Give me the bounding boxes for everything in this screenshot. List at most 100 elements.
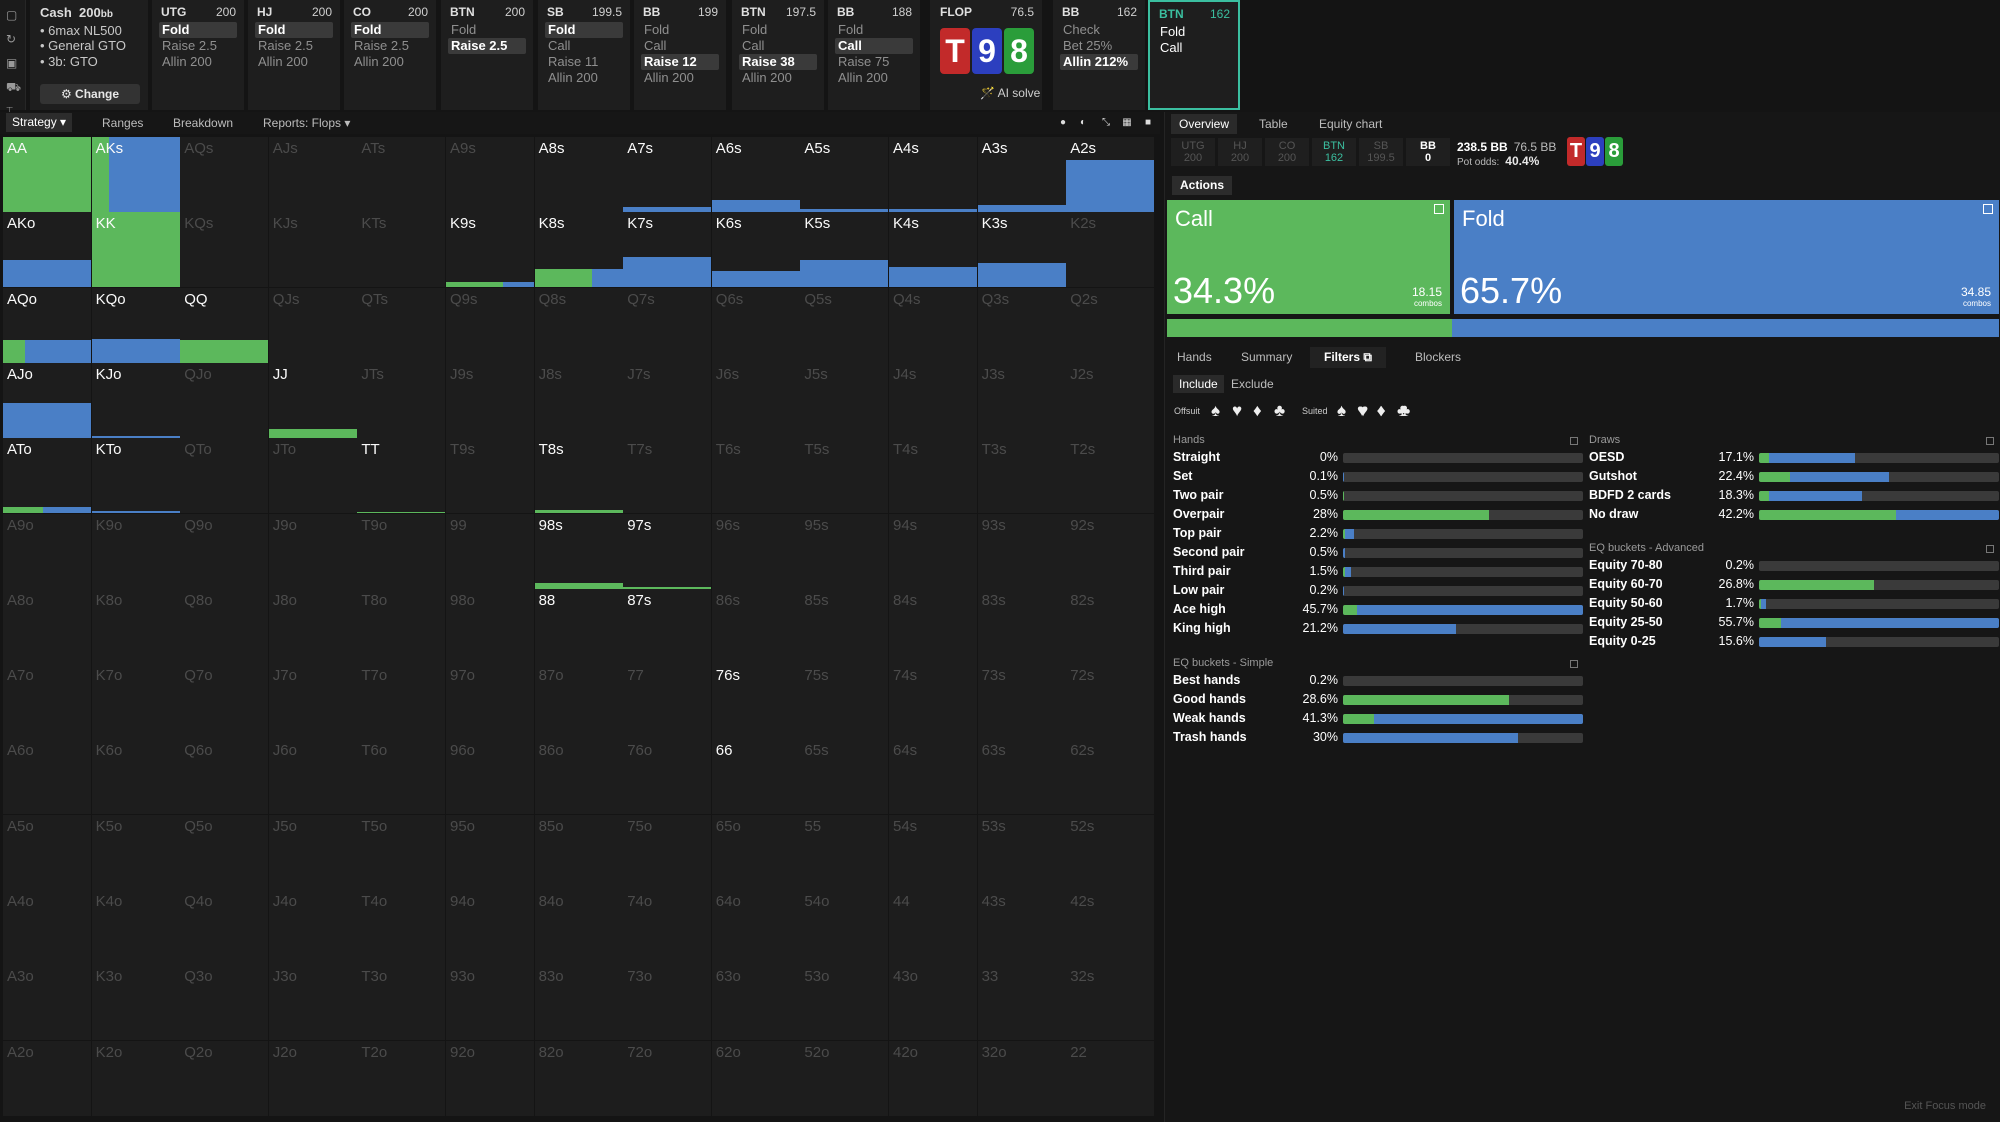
tab-ranges[interactable]: Ranges: [102, 116, 143, 130]
action-option[interactable]: Raise 38: [739, 54, 817, 70]
hand-cell[interactable]: 65o: [711, 814, 800, 890]
hand-cell[interactable]: K9s: [446, 212, 534, 288]
ai-solve-button[interactable]: 🪄 AI solve: [980, 86, 1040, 100]
hand-cell[interactable]: K2o: [91, 1040, 180, 1116]
suited-heart-icon[interactable]: ♥♥: [1357, 401, 1369, 421]
hand-cell[interactable]: 87o: [534, 664, 623, 740]
action-card-btn[interactable]: BTN 197.5 Fold Call Raise 38 Allin 200: [732, 0, 824, 110]
hand-cell[interactable]: K5o: [91, 814, 180, 890]
hand-cell[interactable]: A3s: [977, 137, 1066, 212]
hand-cell[interactable]: 22: [1066, 1040, 1155, 1116]
hand-cell[interactable]: 94o: [446, 890, 534, 965]
hand-cell[interactable]: TT: [357, 438, 446, 514]
hand-cell[interactable]: 85s: [800, 588, 889, 664]
tab-breakdown[interactable]: Breakdown: [173, 116, 233, 130]
hand-cell[interactable]: 72s: [1066, 664, 1155, 740]
car-icon[interactable]: ⛟: [6, 78, 25, 96]
hand-cell[interactable]: T8o: [357, 588, 446, 664]
hand-cell[interactable]: Q4o: [180, 890, 269, 965]
hand-cell[interactable]: 83o: [534, 965, 623, 1041]
action-option[interactable]: Fold: [255, 22, 333, 38]
hand-cell[interactable]: 32s: [1066, 965, 1155, 1041]
hand-cell[interactable]: 42s: [1066, 890, 1155, 965]
hand-cell[interactable]: 66: [711, 739, 800, 815]
filter-row[interactable]: Weak hands 41.3%: [1173, 711, 1583, 727]
hand-cell[interactable]: J6s: [711, 362, 800, 438]
hand-cell[interactable]: KTo: [91, 438, 180, 514]
tab-table[interactable]: Table: [1259, 117, 1288, 131]
hand-cell[interactable]: T4s: [889, 438, 977, 514]
action-option[interactable]: Fold: [448, 22, 526, 38]
hand-cell[interactable]: 43s: [977, 890, 1066, 965]
hand-cell[interactable]: 43o: [889, 965, 977, 1041]
hand-cell[interactable]: J8s: [534, 362, 623, 438]
hand-cell[interactable]: J7s: [623, 362, 712, 438]
action-option[interactable]: Fold: [1157, 24, 1235, 40]
hand-cell[interactable]: JTs: [357, 362, 446, 438]
exclude-toggle[interactable]: Exclude: [1231, 377, 1274, 391]
hand-cell[interactable]: A2o: [3, 1040, 91, 1116]
hand-cell[interactable]: T6o: [357, 739, 446, 815]
hand-cell[interactable]: ATo: [3, 438, 91, 514]
collapse-icon[interactable]: [1986, 437, 1994, 445]
hand-cell[interactable]: 52s: [1066, 814, 1155, 890]
action-option[interactable]: Fold: [351, 22, 429, 38]
hand-cell[interactable]: 82s: [1066, 588, 1155, 664]
filter-row[interactable]: Best hands 0.2%: [1173, 673, 1583, 689]
include-toggle[interactable]: Include: [1173, 375, 1224, 393]
action-option[interactable]: Allin 200: [159, 54, 237, 70]
player-chip-sb[interactable]: SB 199.5: [1359, 138, 1403, 166]
action-card-sb[interactable]: SB 199.5 Fold Call Raise 11 Allin 200: [538, 0, 630, 110]
hand-cell[interactable]: T8s: [534, 438, 623, 514]
hand-cell[interactable]: A4s: [889, 137, 977, 212]
hand-cell[interactable]: 54o: [800, 890, 889, 965]
action-card-btn-current[interactable]: BTN 162 Fold Call: [1148, 0, 1240, 110]
hand-cell[interactable]: 76s: [711, 664, 800, 740]
hand-cell[interactable]: J3s: [977, 362, 1066, 438]
filter-row[interactable]: Straight 0%: [1173, 450, 1583, 466]
hand-cell[interactable]: Q9o: [180, 513, 269, 589]
hand-cell[interactable]: 54s: [889, 814, 977, 890]
hand-cell[interactable]: 75s: [800, 664, 889, 740]
action-option[interactable]: Fold: [545, 22, 623, 38]
hand-cell[interactable]: KK: [91, 212, 180, 288]
hand-cell[interactable]: K6s: [711, 212, 800, 288]
hand-cell[interactable]: T3s: [977, 438, 1066, 514]
offsuit-club-icon[interactable]: ♣: [1274, 401, 1285, 421]
hand-cell[interactable]: Q5s: [800, 287, 889, 363]
hand-cell[interactable]: 98s: [534, 513, 623, 589]
hand-cell[interactable]: 95o: [446, 814, 534, 890]
action-option[interactable]: Fold: [159, 22, 237, 38]
hand-cell[interactable]: A9s: [446, 137, 534, 212]
hand-cell[interactable]: KJs: [268, 212, 357, 288]
hand-cell[interactable]: K9o: [91, 513, 180, 589]
tab-hands[interactable]: Hands: [1177, 350, 1212, 364]
collapse-icon[interactable]: [1570, 437, 1578, 445]
player-chip-btn[interactable]: BTN 162: [1312, 138, 1356, 166]
filter-row[interactable]: Second pair 0.5%: [1173, 545, 1583, 561]
hand-cell[interactable]: 73o: [623, 965, 712, 1041]
filter-row[interactable]: Third pair 1.5%: [1173, 564, 1583, 580]
player-chip-co[interactable]: CO 200: [1265, 138, 1309, 166]
hand-cell[interactable]: QTo: [180, 438, 269, 514]
filter-row[interactable]: Good hands 28.6%: [1173, 692, 1583, 708]
hand-cell[interactable]: Q3s: [977, 287, 1066, 363]
hand-cell[interactable]: J4o: [268, 890, 357, 965]
hand-cell[interactable]: QQ: [180, 287, 269, 363]
compress-icon[interactable]: ⤡: [1099, 116, 1113, 130]
hand-cell[interactable]: AJo: [3, 362, 91, 438]
hand-cell[interactable]: J2o: [268, 1040, 357, 1116]
hand-cell[interactable]: K7s: [623, 212, 712, 288]
hand-cell[interactable]: QJs: [268, 287, 357, 363]
hand-cell[interactable]: 83s: [977, 588, 1066, 664]
hand-cell[interactable]: QTs: [357, 287, 446, 363]
hand-cell[interactable]: T2s: [1066, 438, 1155, 514]
hand-cell[interactable]: K4o: [91, 890, 180, 965]
hand-cell[interactable]: AA: [3, 137, 91, 212]
hand-cell[interactable]: 95s: [800, 513, 889, 589]
hand-cell[interactable]: 74s: [889, 664, 977, 740]
action-card-co[interactable]: CO 200 Fold Raise 2.5 Allin 200: [344, 0, 436, 110]
action-option[interactable]: Raise 2.5: [448, 38, 526, 54]
hand-cell[interactable]: Q7s: [623, 287, 712, 363]
grid-icon[interactable]: ▦: [1120, 116, 1134, 130]
